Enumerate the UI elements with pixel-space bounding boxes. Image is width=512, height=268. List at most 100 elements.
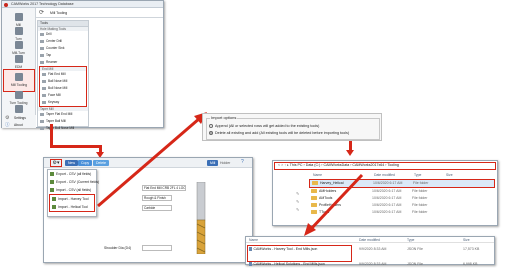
- title-bar: CAMWorks 2017 Technology Database: [2, 1, 163, 8]
- edm-icon: [14, 55, 23, 63]
- breadcrumb-item[interactable]: This PC: [290, 163, 303, 167]
- col-date[interactable]: Date modified: [374, 172, 395, 178]
- folder-type: File folder: [413, 181, 429, 185]
- arrow-to-files: [304, 173, 364, 236]
- breadcrumb-item[interactable]: CAMWorksData: [324, 163, 350, 167]
- help-icon[interactable]: ?: [241, 159, 244, 166]
- col-date[interactable]: Date modified: [359, 237, 380, 243]
- tool-label: Ball Nose Mill: [48, 79, 68, 83]
- breadcrumb-item[interactable]: Data (C:): [306, 163, 321, 167]
- menu-import-helical[interactable]: Import - Helical Tool: [50, 203, 94, 211]
- import-icon: [52, 205, 56, 209]
- menu-import-harvey[interactable]: Import - Harvey Tool: [50, 195, 94, 203]
- breadcrumb-item[interactable]: Tooling: [387, 163, 398, 167]
- tool-row[interactable]: Taper Bull Nose Mill: [38, 125, 88, 132]
- menu-label: Export - CSV (Current fields): [56, 180, 100, 184]
- tool-row[interactable]: Reamer: [38, 59, 88, 66]
- col-size[interactable]: Size: [463, 237, 470, 243]
- tool-row[interactable]: Bull Nose Mill: [40, 85, 86, 92]
- tool-row[interactable]: Face Mill: [40, 92, 86, 99]
- copy-button[interactable]: Copy: [78, 160, 93, 166]
- tool-row[interactable]: Ball Nose Mill: [40, 78, 86, 85]
- feed-speed-icon: [14, 105, 23, 113]
- camworks-logo-icon: [4, 2, 8, 7]
- ball-nose-mill-icon: [42, 80, 46, 83]
- col-type[interactable]: Type: [414, 172, 421, 178]
- tool-label: Tap: [46, 53, 52, 57]
- file-size: 17,573 KB: [463, 247, 480, 251]
- side-nav: Mill Turn Mill-Turn EDM Mill Tooling Tur…: [2, 8, 36, 128]
- nav-label: EDM: [14, 65, 23, 69]
- settings-dropdown: Export - CSV (all fields) Export - CSV (…: [47, 169, 100, 217]
- field-input[interactable]: [142, 245, 172, 251]
- tool-row[interactable]: Taper Ball Mill: [38, 118, 88, 125]
- json-file-icon: [249, 247, 252, 252]
- new-button[interactable]: New: [65, 160, 79, 166]
- folder-type: File folder: [412, 203, 428, 207]
- option-delete-and-add[interactable]: Delete all existing and add (All existin…: [209, 131, 349, 136]
- folder-date: 10/6/2020 6:17 AM: [372, 210, 402, 214]
- pin-icon: ✎: [296, 191, 300, 196]
- arrow-head: [346, 150, 354, 156]
- col-size[interactable]: Size: [446, 172, 453, 178]
- info-icon: ⓘ: [5, 122, 10, 127]
- mill-tooling-icon: [15, 73, 23, 81]
- settings-menu-button[interactable]: ⚙▾: [50, 159, 62, 167]
- menu-export-csv-all[interactable]: Export - CSV (all fields): [48, 170, 96, 178]
- tab-mill-tooling[interactable]: Mill Tooling: [50, 10, 67, 16]
- tool-label: Face Mill: [48, 93, 61, 97]
- tab-holder[interactable]: Holder: [220, 160, 230, 166]
- taper-ball-icon: [40, 120, 44, 123]
- keyway-icon: [42, 101, 46, 104]
- radio-icon: [209, 124, 213, 129]
- file-row[interactable]: CAMWorks - Harvey Tool - End Mills.json …: [248, 246, 494, 253]
- mill-turn-icon: [14, 41, 23, 49]
- import-options-dialog: Import options Append (All or selected r…: [202, 113, 382, 141]
- tool-row[interactable]: Keyway: [40, 99, 86, 106]
- menu-import-csv-all[interactable]: Import - CSV (all fields): [48, 186, 96, 194]
- app-title: CAMWorks 2017 Technology Database: [11, 2, 74, 6]
- nav-settings[interactable]: ⚙ Settings: [2, 115, 36, 122]
- tool-label: Center Drill: [46, 39, 62, 43]
- tool-row[interactable]: Drill: [38, 31, 88, 38]
- col-name[interactable]: Name: [249, 237, 258, 243]
- folder-date: 10/6/2020 6:17 AM: [373, 181, 403, 185]
- folder-nav-icon: < > ↑ ▸: [278, 163, 290, 167]
- col-type[interactable]: Type: [407, 237, 414, 243]
- json-files-window: Name Date modified Type Size CAMWorks - …: [245, 236, 495, 267]
- mill-icon: [14, 13, 23, 21]
- taper-bull-icon: [40, 127, 44, 130]
- import-icon: [52, 197, 56, 201]
- taper-flat-icon: [40, 113, 44, 116]
- reamer-icon: [40, 61, 44, 64]
- export-icon: [50, 172, 54, 176]
- tool-label: Taper Flat End Mill: [46, 112, 73, 116]
- end-mill-group-highlight: End Mill Flat End Mill Ball Nose Mill Bu…: [39, 66, 87, 107]
- folder-type: File folder: [412, 189, 428, 193]
- export-icon: [50, 180, 54, 184]
- file-date: 9/9/2020 8:33 AM: [359, 247, 387, 251]
- tool-row[interactable]: Flat End Mill: [40, 71, 86, 78]
- nav-about[interactable]: ⓘ About: [2, 122, 36, 128]
- menu-export-csv-current[interactable]: Export - CSV (Current fields): [48, 178, 100, 186]
- tool-row[interactable]: Tap: [38, 52, 88, 59]
- turn-tooling-icon: [14, 91, 23, 99]
- tool-row[interactable]: Taper Flat End Mill: [38, 111, 88, 118]
- menu-label: Import - Harvey Tool: [58, 197, 89, 201]
- refresh-icon[interactable]: ⟳: [39, 10, 44, 16]
- tool-row[interactable]: Center Drill: [38, 38, 88, 45]
- option-append[interactable]: Append (All or selected rows will get ad…: [209, 124, 319, 129]
- tool-row[interactable]: Counter Sink: [38, 45, 88, 52]
- arrow-to-import-dialog: [97, 112, 207, 208]
- breadcrumb-item[interactable]: CAMWorks2017x64: [352, 163, 384, 167]
- nav-label: About: [14, 123, 23, 127]
- nav-label: Mill Tooling: [10, 83, 28, 87]
- folder-date: 10/6/2020 6:17 AM: [372, 203, 402, 207]
- face-mill-icon: [42, 94, 46, 97]
- tool-label: Drill: [46, 32, 52, 36]
- file-name: CAMWorks - Harvey Tool - End Mills.json: [253, 247, 318, 251]
- address-bar[interactable]: < > ↑ ▸ This PC › Data (C:) › CAMWorksDa…: [274, 162, 496, 170]
- tap-icon: [40, 54, 44, 57]
- pin-icon: ✎: [296, 207, 300, 212]
- camworks-window: CAMWorks 2017 Technology Database ⟳ Mill…: [1, 0, 164, 130]
